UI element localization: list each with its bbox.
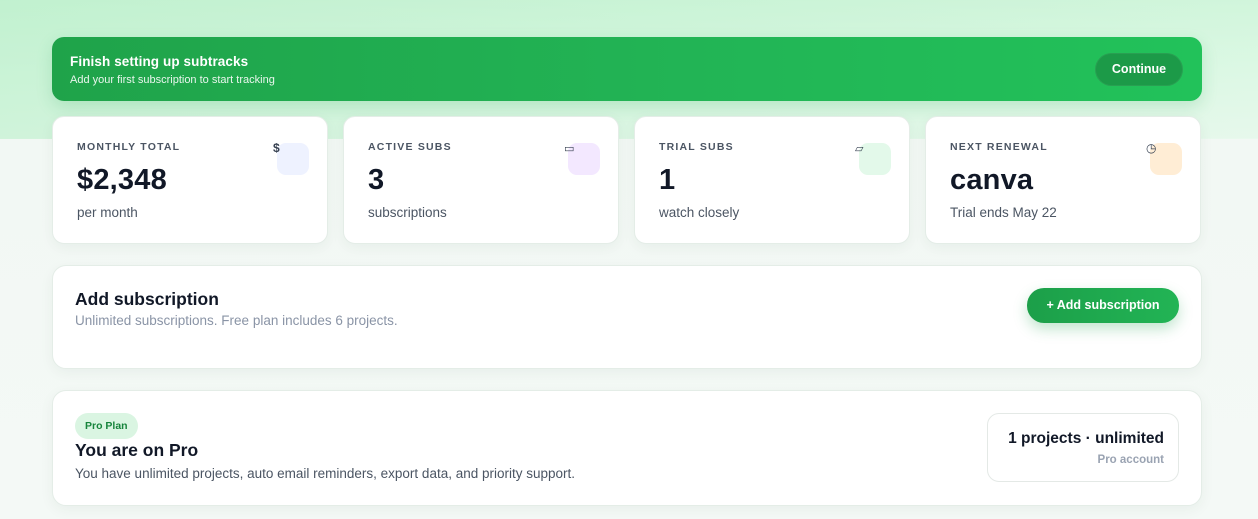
add-subscription-subtitle: Unlimited subscriptions. Free plan inclu… (75, 313, 398, 328)
plan-description: You have unlimited projects, auto email … (75, 466, 576, 481)
stat-subtext: watch closely (659, 205, 740, 220)
setup-banner: Finish setting up subtracks Add your fir… (52, 37, 1202, 101)
stat-card-monthly-total: MONTHLY TOTAL $2,348 per month $ (52, 116, 328, 244)
clock-icon: ◷ (1146, 141, 1182, 175)
pro-plan-badge: Pro Plan (75, 413, 138, 439)
ticket-icon: ▱ (855, 143, 891, 175)
setup-banner-subtitle: Add your first subscription to start tra… (70, 74, 275, 86)
plan-account-type: Pro account (1097, 454, 1164, 466)
stat-card-next-renewal: NEXT RENEWAL canva Trial ends May 22 ◷ (925, 116, 1201, 244)
stat-value: 1 (659, 164, 676, 196)
plan-title: You are on Pro (75, 440, 199, 460)
stat-subtext: subscriptions (368, 205, 447, 220)
stat-value: canva (950, 164, 1034, 196)
add-subscription-card: Add subscription Unlimited subscriptions… (52, 265, 1202, 369)
plan-usage-box: 1 projects · unlimited Pro account (987, 413, 1179, 482)
stat-card-active-subs: ACTIVE SUBS 3 subscriptions ▭ (343, 116, 619, 244)
setup-banner-title: Finish setting up subtracks (70, 54, 249, 69)
plan-usage-text: 1 projects · unlimited (1008, 430, 1164, 447)
stat-label: TRIAL SUBS (659, 141, 734, 153)
add-subscription-button[interactable]: + Add subscription (1027, 288, 1179, 323)
dollar-icon: $ (273, 141, 309, 175)
stat-subtext: per month (77, 205, 138, 220)
plan-card: Pro Plan You are on Pro You have unlimit… (52, 390, 1202, 506)
stat-label: MONTHLY TOTAL (77, 141, 181, 153)
stat-value: $2,348 (77, 164, 167, 196)
stat-subtext: Trial ends May 22 (950, 205, 1057, 220)
continue-button[interactable]: Continue (1095, 53, 1183, 86)
stat-label: NEXT RENEWAL (950, 141, 1048, 153)
add-subscription-title: Add subscription (75, 289, 219, 309)
stat-label: ACTIVE SUBS (368, 141, 452, 153)
stat-card-trial-subs: TRIAL SUBS 1 watch closely ▱ (634, 116, 910, 244)
stat-value: 3 (368, 164, 385, 196)
card-icon: ▭ (564, 143, 600, 175)
dashboard-page: Finish setting up subtracks Add your fir… (0, 0, 1258, 519)
